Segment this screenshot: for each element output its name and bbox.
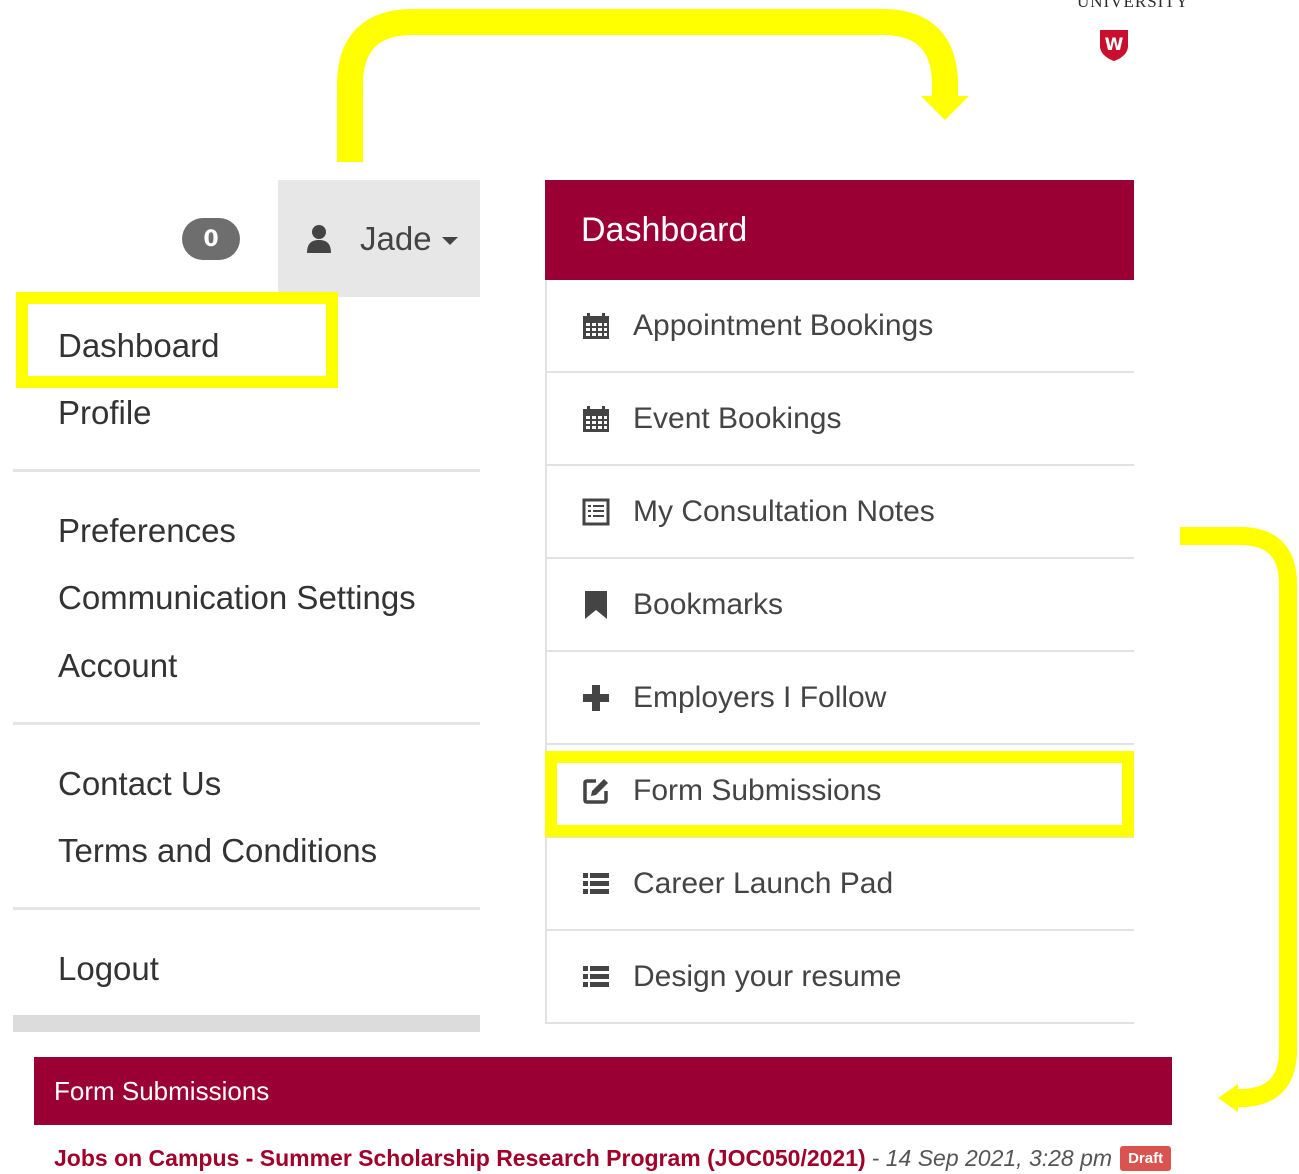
dashboard-item-label: Appointment Bookings xyxy=(633,308,934,342)
dashboard-item-career-launch-pad[interactable]: Career Launch Pad xyxy=(547,838,1134,931)
menu-divider xyxy=(13,907,480,910)
menu-item-contact-us[interactable]: Contact Us xyxy=(58,765,221,803)
menu-item-logout[interactable]: Logout xyxy=(58,950,159,988)
bookmark-icon xyxy=(581,590,611,620)
dashboard-item-label: Career Launch Pad xyxy=(633,866,894,900)
user-name: Jade xyxy=(360,219,432,257)
menu-divider xyxy=(13,722,480,725)
notification-count-badge[interactable]: 0 xyxy=(182,218,240,260)
form-submission-date: - 14 Sep 2021, 3:28 pm xyxy=(871,1145,1113,1171)
form-submission-row: Jobs on Campus - Summer Scholarship Rese… xyxy=(54,1145,1172,1172)
calendar-icon xyxy=(581,311,611,341)
dashboard-item-bookmarks[interactable]: Bookmarks xyxy=(547,559,1134,652)
form-submission-link[interactable]: Jobs on Campus - Summer Scholarship Rese… xyxy=(54,1145,866,1172)
menu-item-terms[interactable]: Terms and Conditions xyxy=(58,832,377,870)
menu-item-preferences[interactable]: Preferences xyxy=(58,512,236,550)
dashboard-item-label: My Consultation Notes xyxy=(633,494,935,528)
form-submissions-panel: Form Submissions Jobs on Campus - Summer… xyxy=(34,1057,1172,1174)
dashboard-item-label: Bookmarks xyxy=(633,587,784,621)
arrow-dashboard-to-panel xyxy=(337,9,958,162)
dashboard-item-label: Employers I Follow xyxy=(633,680,887,714)
dashboard-item-employers-follow[interactable]: Employers I Follow xyxy=(547,652,1134,745)
university-shield-icon: W xyxy=(1100,30,1128,61)
menu-divider xyxy=(13,469,480,472)
dashboard-item-appointment-bookings[interactable]: Appointment Bookings xyxy=(547,280,1134,373)
university-shield-letter: W xyxy=(1105,35,1124,55)
arrowhead-dashboard-panel xyxy=(921,96,969,120)
form-submissions-highlight xyxy=(545,751,1134,837)
dashboard-item-label: Design your resume xyxy=(633,959,902,993)
menu-item-communication-settings[interactable]: Communication Settings xyxy=(58,579,416,617)
list-icon xyxy=(581,869,611,899)
dashboard-highlight xyxy=(16,292,338,388)
user-icon xyxy=(307,224,331,253)
arrow-form-to-submissions xyxy=(1180,527,1297,1107)
dashboard-item-event-bookings[interactable]: Event Bookings xyxy=(547,373,1134,466)
dashboard-panel-title: Dashboard xyxy=(545,180,1134,280)
arrowhead-form-submissions xyxy=(1218,1084,1238,1112)
status-badge: Draft xyxy=(1120,1146,1172,1171)
university-logo-text: UNIVERSITY xyxy=(1077,0,1189,11)
list-icon xyxy=(581,962,611,992)
dashboard-item-design-resume[interactable]: Design your resume xyxy=(547,931,1134,1024)
user-menu-toggle[interactable]: Jade xyxy=(278,180,480,297)
calendar-icon xyxy=(581,404,611,434)
menu-item-profile[interactable]: Profile xyxy=(58,394,152,432)
dashboard-panel: Dashboard Appointment Bookings Event Boo… xyxy=(545,180,1134,1030)
dashboard-item-label: Event Bookings xyxy=(633,401,842,435)
chevron-down-icon xyxy=(441,236,458,245)
user-dropdown-menu: Dashboard Profile Preferences Communicat… xyxy=(13,297,480,1032)
form-submissions-title: Form Submissions xyxy=(34,1057,1172,1125)
plus-icon xyxy=(581,683,611,713)
notes-icon xyxy=(581,497,611,527)
dashboard-item-consultation-notes[interactable]: My Consultation Notes xyxy=(547,466,1134,559)
dashboard-nav-list: Appointment Bookings Event Bookings My C… xyxy=(545,280,1134,1024)
menu-item-account[interactable]: Account xyxy=(58,647,177,685)
menu-bottom-edge xyxy=(13,1015,480,1032)
